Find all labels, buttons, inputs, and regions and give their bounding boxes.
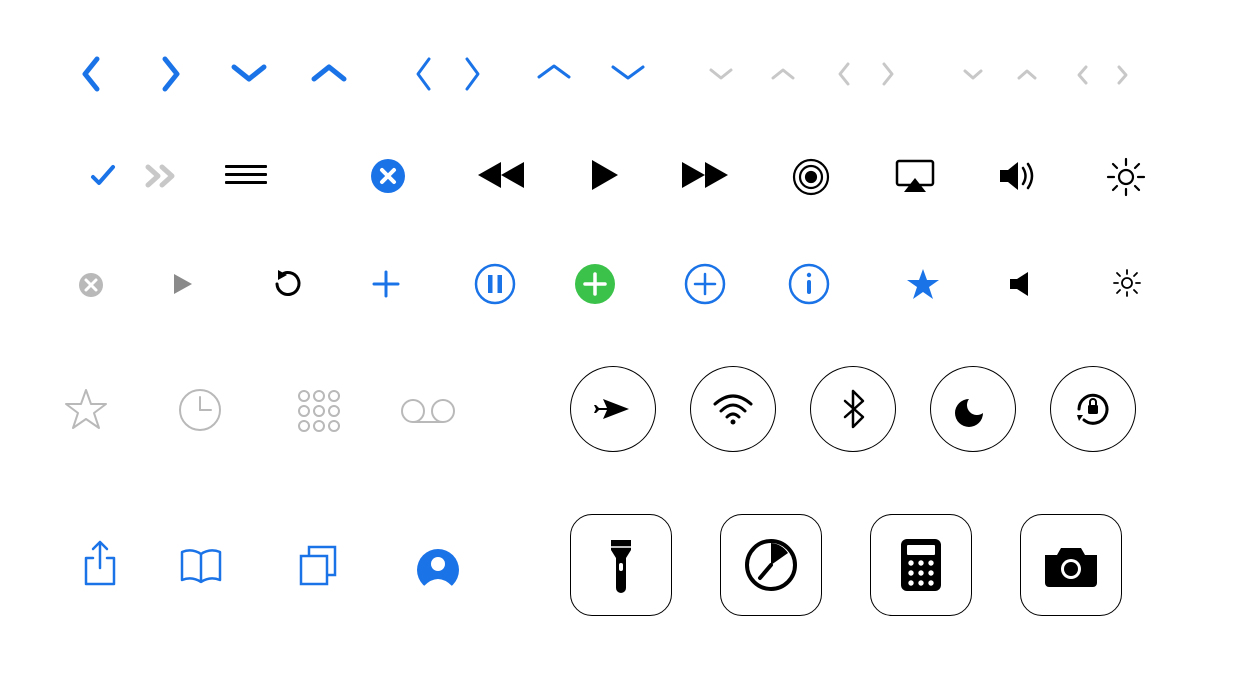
pause-circle-icon[interactable] [474,263,516,305]
share-icon[interactable] [82,540,118,588]
keypad-icon[interactable] [296,388,342,434]
plus-circle-filled-icon[interactable] [574,263,616,305]
menu-icon[interactable] [225,165,267,184]
do-not-disturb-button[interactable] [930,366,1016,452]
rotation-lock-button[interactable] [1050,366,1136,452]
airdrop-icon[interactable] [790,156,832,198]
fast-forward-icon[interactable] [680,160,730,190]
star-filled-icon[interactable] [906,268,940,300]
airplay-icon[interactable] [894,158,936,194]
play-small-gray-icon[interactable] [172,272,194,296]
chevron-right-icon [160,55,182,93]
reload-icon[interactable] [272,268,302,300]
chevron-left-icon [80,55,102,93]
chevron-left-small-icon [836,61,852,87]
chevron-up-tiny-icon [1016,68,1038,81]
brightness-icon[interactable] [1106,157,1146,197]
chevron-right-tiny-icon [1116,64,1129,86]
wifi-button[interactable] [690,366,776,452]
brightness-small-icon[interactable] [1112,268,1142,298]
flashlight-button[interactable] [570,514,672,616]
chevron-down-small-icon [708,66,734,82]
chevron-up-small-icon [770,66,796,82]
info-circle-icon[interactable] [788,263,830,305]
play-icon[interactable] [590,158,620,192]
chevron-down-icon [230,62,268,84]
airplane-mode-button[interactable] [570,366,656,452]
clock-icon[interactable] [178,388,222,432]
voicemail-icon[interactable] [400,398,456,424]
rewind-icon[interactable] [476,160,526,190]
plus-icon[interactable] [370,268,402,300]
book-icon[interactable] [178,548,224,586]
close-gray-icon[interactable] [78,272,104,298]
volume-mute-icon[interactable] [1008,270,1034,298]
calculator-button[interactable] [870,514,972,616]
close-circle-icon[interactable] [370,158,406,194]
chevron-up-outline-icon [536,62,572,82]
chevron-down-outline-icon [610,62,646,82]
star-outline-icon[interactable] [64,388,108,430]
chevron-right-small-icon [880,61,896,87]
chevron-up-icon [310,62,348,84]
camera-button[interactable] [1020,514,1122,616]
chevron-down-tiny-icon [962,68,984,81]
checkmark-icon [88,160,118,190]
chevron-left-tiny-icon [1076,64,1089,86]
copy-icon[interactable] [298,544,338,586]
chevron-left-outline-icon [414,56,434,92]
user-circle-icon[interactable] [416,548,460,592]
timer-button[interactable] [720,514,822,616]
chevron-right-outline-icon [462,56,482,92]
double-chevron-right-icon [145,164,179,188]
bluetooth-button[interactable] [810,366,896,452]
volume-up-icon[interactable] [998,159,1040,193]
plus-circle-icon[interactable] [684,263,726,305]
